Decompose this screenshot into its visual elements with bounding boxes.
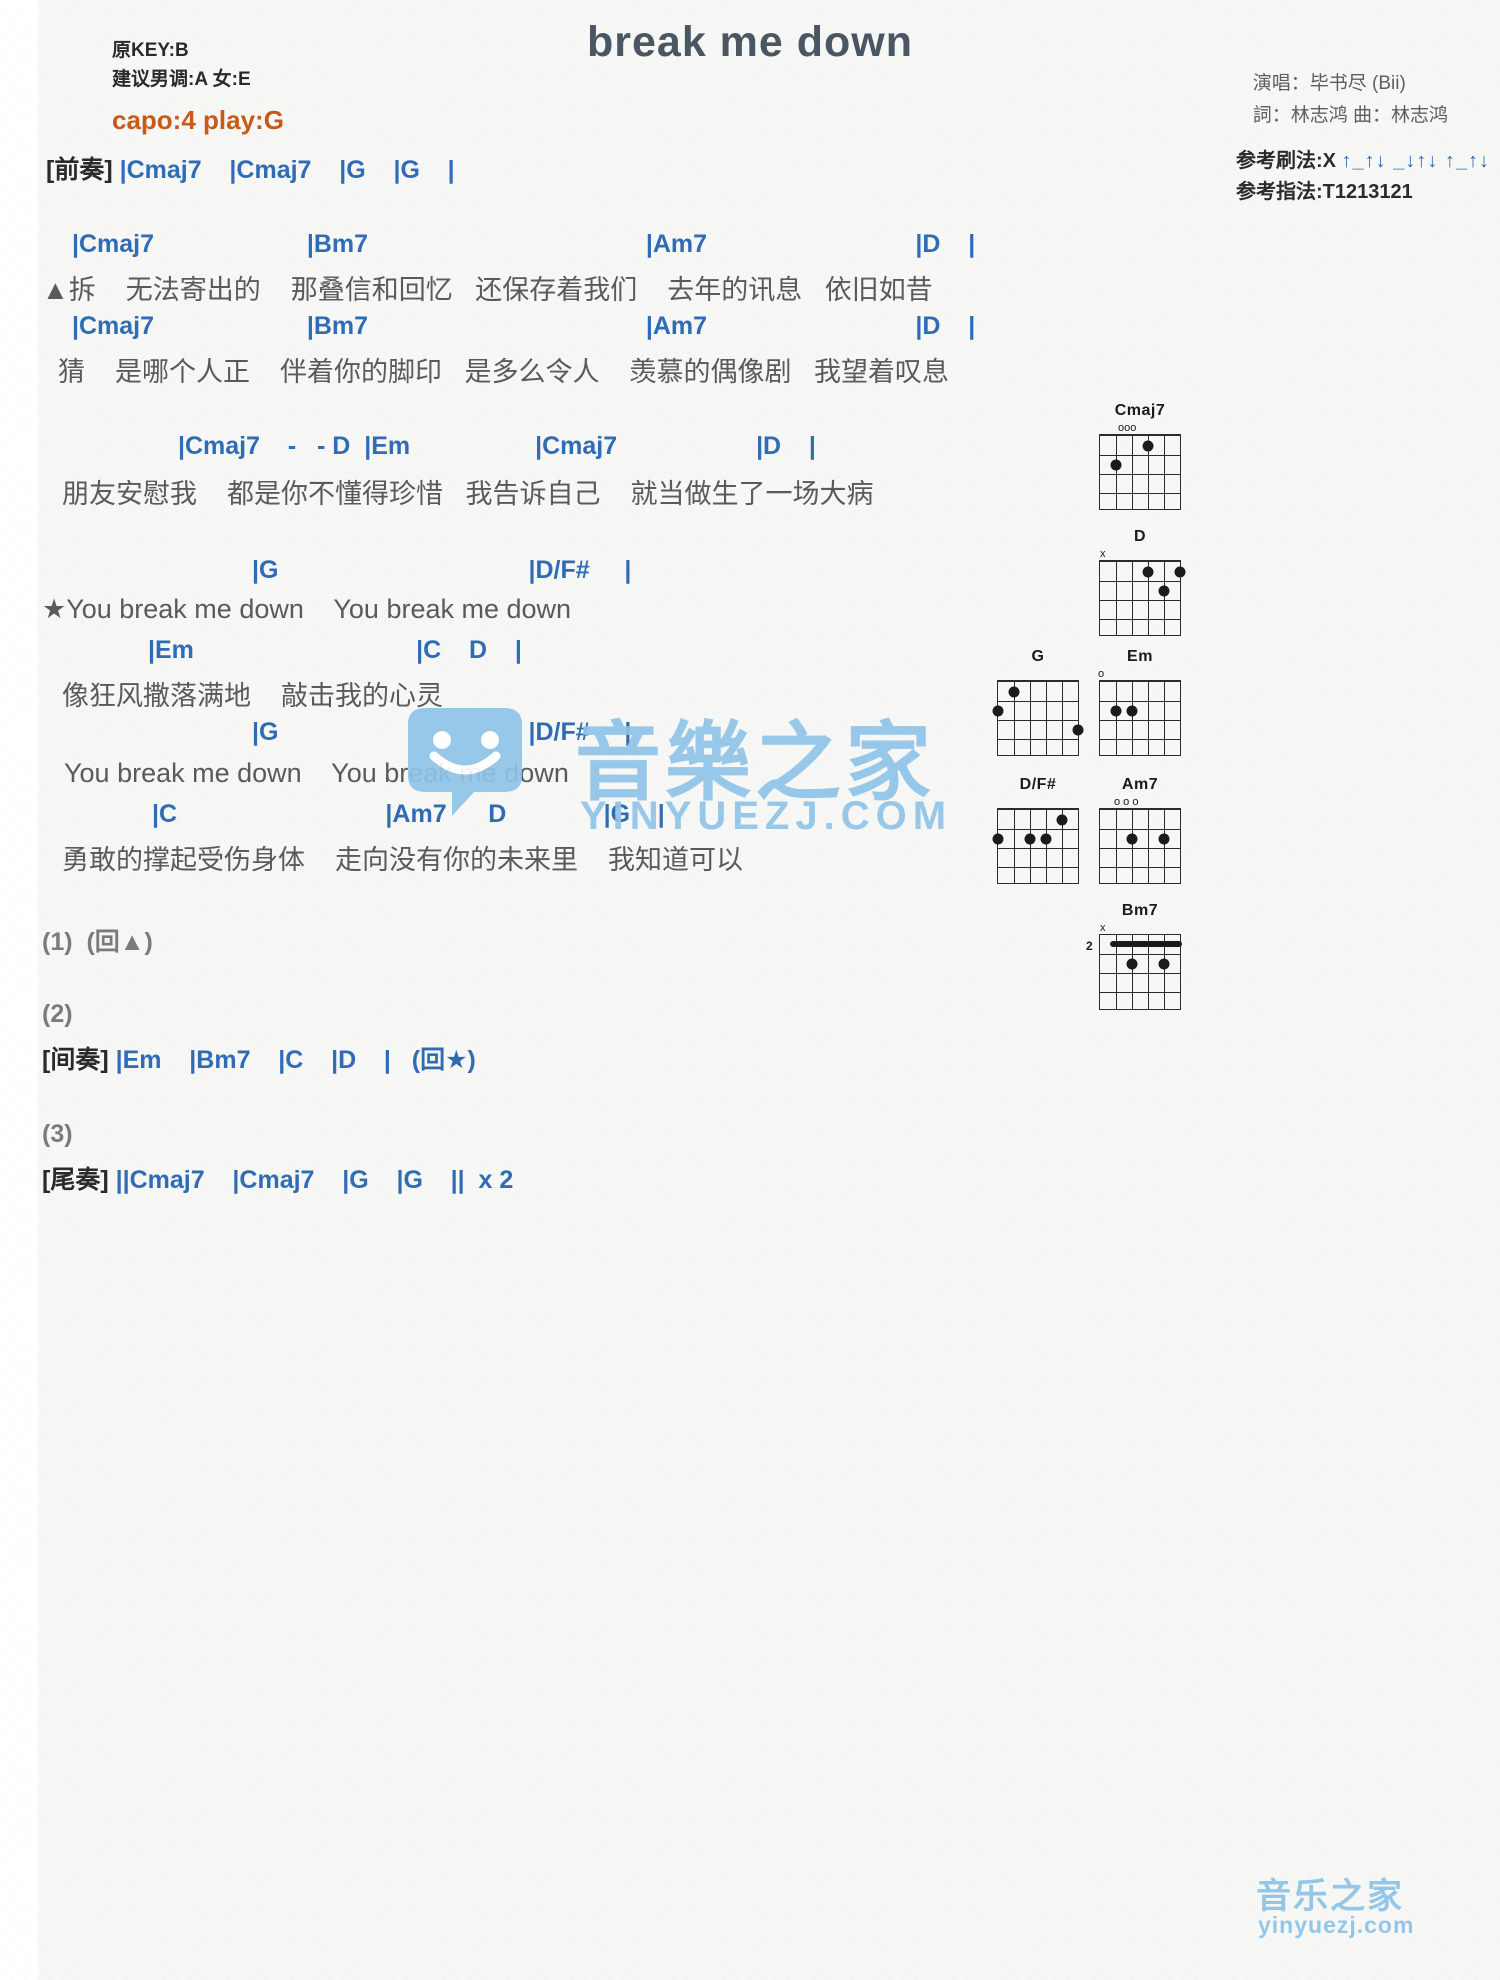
chord-diagram-name: Em <box>1127 648 1153 665</box>
verse1-chords-1: |Cmaj7 |Bm7 |Am7 |D | <box>72 230 976 258</box>
chorus-chords-1: |G |D/F# | <box>252 556 632 584</box>
outro-label: [尾奏] <box>42 1166 109 1194</box>
fingering-pattern: 参考指法:T1213121 <box>1235 181 1413 203</box>
repeat-2-number: (2) <box>42 1000 73 1028</box>
fretboard-grid: 2 <box>1086 934 1182 1010</box>
chorus-lyrics-2: 像狂风撒落满地 敲击我的心灵 <box>62 681 444 711</box>
verse1-chords-2: |Cmaj7 |Bm7 |Am7 |D | <box>72 312 976 340</box>
open-string-marks <box>992 797 1084 808</box>
open-string-marks: o <box>1094 669 1186 680</box>
open-marks-text: x <box>1100 922 1106 934</box>
suggested-key: 建议男调:A 女:E <box>112 69 251 91</box>
fret-number: 2 <box>1086 939 1093 953</box>
chorus-lyrics-3: You break me down You break me down <box>64 758 569 788</box>
open-string-marks: o o o <box>1094 797 1186 808</box>
singer-credit: 演唱：毕书尽 (Bii) <box>1252 73 1406 94</box>
intro-label: [前奏] <box>46 156 113 184</box>
chord-sheet: break me down 原KEY:B 建议男调:A 女:E capo:4 p… <box>0 0 1500 1980</box>
open-string-marks: ooo <box>1094 423 1186 434</box>
verse1-lyrics-2: 猜 是哪个人正 伴着你的脚印 是多么令人 羡慕的偶像剧 我望着叹息 <box>58 357 950 387</box>
pattern-block: 参考刷法:X ↑_↑↓ _↓↑↓ ↑_↑↓ 参考指法:T1213121 <box>1236 146 1490 208</box>
chord-diagram-am7: Am7 o o o <box>1094 776 1186 884</box>
interlude-row: [间奏] |Em |Bm7 |C |D | (回★) <box>42 1040 476 1076</box>
outro-row: [尾奏] ||Cmaj7 |Cmaj7 |G |G || x 2 <box>42 1160 513 1196</box>
capo-info: capo:4 play:G <box>112 104 284 135</box>
open-string-marks: x <box>1094 549 1186 560</box>
fretboard-grid <box>1099 680 1181 756</box>
chord-diagram-name: Am7 <box>1121 776 1159 793</box>
chorus-lyrics-1: ★You break me down You break me down <box>42 594 572 624</box>
watermark-bottom-sub: yinyuezj.com <box>1258 1912 1415 1938</box>
watermark-bottom: 音乐之家 yinyuezj.com <box>1232 1868 1452 1946</box>
chord-diagram-cmaj7: Cmaj7 ooo <box>1094 402 1186 510</box>
repeat-3-number: (3) <box>42 1120 73 1148</box>
interlude-chords: |Em |Bm7 |C |D | (回★) <box>115 1046 476 1074</box>
chord-diagram-g: G <box>992 648 1084 756</box>
fretboard-grid <box>1099 560 1186 636</box>
fretboard-grid <box>992 808 1079 884</box>
intro-row: [前奏] |Cmaj7 |Cmaj7 |G |G | <box>46 150 455 186</box>
intro-chords: |Cmaj7 |Cmaj7 |G |G | <box>119 156 455 184</box>
fretboard-grid <box>1099 808 1181 884</box>
chord-diagram-bm7: Bm7 x 2 <box>1086 902 1186 1010</box>
credits-block: 演唱：毕书尽 (Bii) 詞：林志鸿 曲：林志鸿 <box>1253 68 1448 133</box>
prechorus-chords: |Cmaj7 - - D |Em |Cmaj7 |D | <box>178 432 816 460</box>
chord-diagram-d-f-sharp: D/F# <box>992 776 1084 884</box>
interlude-label: [间奏] <box>42 1046 109 1074</box>
fretboard-grid <box>1099 434 1181 510</box>
outro-chords: ||Cmaj7 |Cmaj7 |G |G || x 2 <box>115 1166 514 1194</box>
fretboard-grid <box>992 680 1084 756</box>
watermark-brand-cn: 音樂之家 <box>575 713 935 813</box>
open-string-marks <box>992 669 1084 680</box>
chord-diagram-d: D x <box>1094 528 1186 636</box>
open-marks-text: ooo <box>1118 422 1137 434</box>
chorus-lyrics-4: 勇敢的撑起受伤身体 走向没有你的未来里 我知道可以 <box>62 845 744 875</box>
chord-diagram-name: D <box>1133 528 1147 545</box>
strum-arrows: ↑_↑↓ _↓↑↓ ↑_↑↓ <box>1341 150 1490 172</box>
open-marks-text: o <box>1098 668 1105 680</box>
original-key: 原KEY:B <box>112 40 189 61</box>
chord-diagram-name: D/F# <box>1019 776 1057 793</box>
strumming-pattern: 参考刷法:X ↑_↑↓ _↓↑↓ ↑_↑↓ <box>1236 146 1490 177</box>
verse1-lyrics-1: ▲拆 无法寄出的 那叠信和回忆 还保存着我们 去年的讯息 依旧如昔 <box>42 275 933 305</box>
chorus-chords-2: |Em |C D | <box>148 636 522 664</box>
chord-diagram-em: Em o <box>1094 648 1186 756</box>
page-left-margin <box>0 0 38 1980</box>
prechorus-lyrics: 朋友安慰我 都是你不懂得珍惜 我告诉自己 就当做生了一场大病 <box>62 479 874 509</box>
chord-diagram-name: Bm7 <box>1121 902 1159 919</box>
open-string-marks: x <box>1094 923 1186 934</box>
open-marks-text: o o o <box>1114 796 1139 808</box>
chorus-chords-3: |G |D/F# | <box>252 718 632 746</box>
key-info-block: 原KEY:B 建议男调:A 女:E capo:4 play:G <box>112 36 284 140</box>
lyricist-composer-credit: 詞：林志鸿 曲：林志鸿 <box>1252 105 1448 127</box>
repeat-1: (1) (回▲) <box>42 928 153 956</box>
chord-diagram-name: G <box>1031 648 1045 665</box>
chorus-chords-4: |C |Am7 D |G | <box>152 800 665 828</box>
strum-label: 参考刷法:X <box>1235 150 1336 172</box>
chord-diagram-name: Cmaj7 <box>1114 402 1166 419</box>
open-marks-text: x <box>1100 548 1106 560</box>
